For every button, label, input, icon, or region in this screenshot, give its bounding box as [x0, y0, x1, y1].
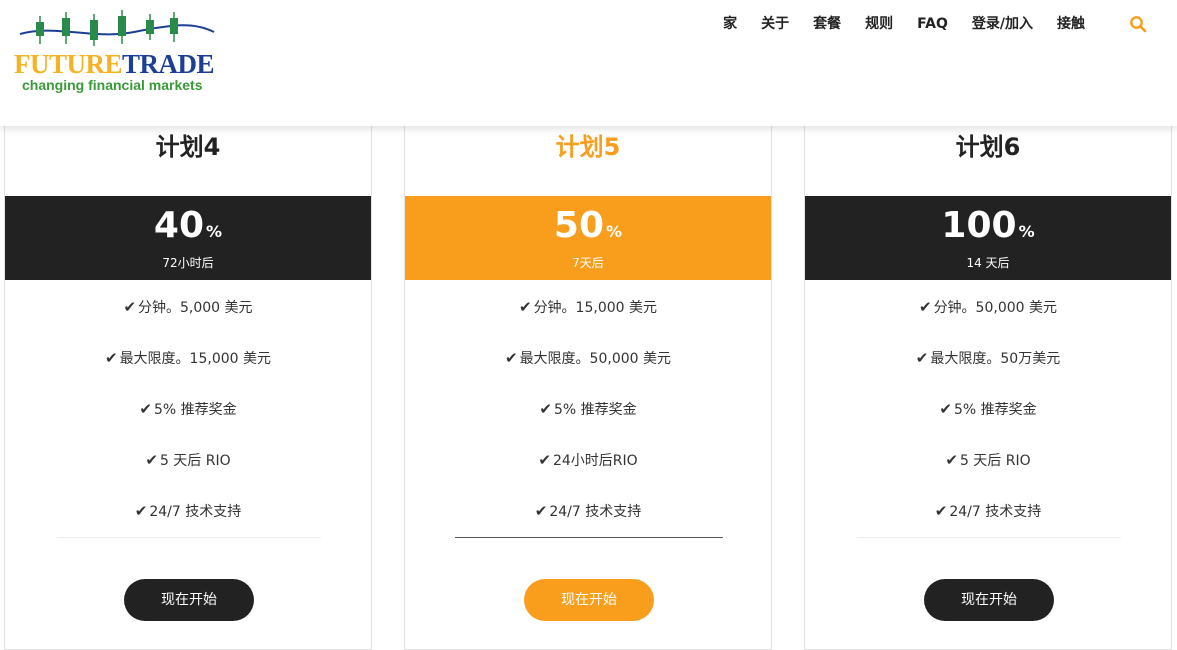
percent-value: 100 — [941, 205, 1017, 246]
feature-item: ✔ 最大限度。15,000 美元 — [5, 332, 371, 383]
plan-title: 计划6 — [955, 133, 1021, 161]
feature-text: 5 天后 RIO — [959, 452, 1031, 469]
check-icon: ✔ — [539, 399, 552, 418]
check-icon: ✔ — [504, 348, 518, 367]
feature-text: 最大限度。50万美元 — [930, 350, 1061, 367]
nav-item-about[interactable]: 关于 — [749, 14, 801, 34]
feature-text: 24/7 技术支持 — [549, 503, 642, 520]
feature-text: 24/7 技术支持 — [149, 503, 242, 520]
percent-value: 50 — [553, 205, 605, 246]
feature-list: ✔ 分钟。15,000 美元 ✔ 最大限度。50,000 美元 ✔ 5% 推荐奖金 ✔… — [405, 281, 771, 536]
nav-item-home[interactable]: 家 — [711, 14, 749, 34]
check-icon: ✔ — [518, 297, 532, 316]
candlestick-logo-icon — [19, 10, 215, 46]
feature-item: ✔ 分钟。5,000 美元 — [5, 281, 371, 332]
check-icon: ✔ — [534, 501, 548, 520]
logo-tagline: changing financial markets — [22, 77, 203, 93]
plan-title: 计划5 — [555, 133, 621, 161]
plan-duration: 72小时后 — [162, 256, 214, 270]
plan-rate-band: 50% 7天后 — [405, 196, 771, 280]
feature-text: 分钟。50,000 美元 — [933, 299, 1057, 316]
check-icon: ✔ — [145, 450, 158, 469]
feature-item: ✔ 5% 推荐奖金 — [405, 383, 771, 434]
check-icon: ✔ — [915, 348, 929, 367]
divider — [57, 537, 321, 538]
plan-rate-band: 100% 14 天后 — [805, 196, 1171, 280]
feature-list: ✔ 分钟。50,000 美元 ✔ 最大限度。50万美元 ✔ 5% 推荐奖金 ✔ 5 天后… — [805, 281, 1171, 536]
feature-item: ✔ 5 天后 RIO — [805, 434, 1171, 485]
check-icon: ✔ — [918, 297, 932, 316]
logo-word-trade: TRADE — [122, 49, 215, 79]
feature-text: 24小时后RIO — [552, 452, 638, 469]
percent-unit: % — [1018, 222, 1035, 241]
plan-card-6: 计划6 100% 14 天后 ✔ 分钟。50,000 美元 ✔ 最大限度。50万美元… — [804, 110, 1172, 650]
feature-item: ✔ 24/7 技术支持 — [5, 485, 371, 536]
feature-item: ✔ 5% 推荐奖金 — [5, 383, 371, 434]
plan-card-4: 计划4 40% 72小时后 ✔ 分钟。5,000 美元 ✔ 最大限度。15,000 … — [4, 110, 372, 650]
start-now-button[interactable]: 现在开始 — [924, 579, 1054, 621]
nav-item-plans[interactable]: 套餐 — [801, 14, 853, 34]
start-now-button[interactable]: 现在开始 — [124, 579, 254, 621]
percent-value: 40 — [153, 205, 205, 246]
nav-item-rules[interactable]: 规则 — [853, 14, 905, 34]
nav-item-faq[interactable]: FAQ — [905, 14, 960, 34]
feature-text: 5% 推荐奖金 — [953, 401, 1037, 418]
feature-text: 5% 推荐奖金 — [553, 401, 637, 418]
plan-percent: 50% — [405, 204, 771, 254]
feature-item: ✔ 24/7 技术支持 — [405, 485, 771, 536]
main-nav: 家 关于 套餐 规则 FAQ 登录/加入 接触 — [711, 14, 1097, 34]
feature-item: ✔ 24/7 技术支持 — [805, 485, 1171, 536]
plan-duration: 7天后 — [572, 256, 604, 270]
feature-item: ✔ 5% 推荐奖金 — [805, 383, 1171, 434]
percent-unit: % — [206, 222, 223, 241]
check-icon: ✔ — [939, 399, 952, 418]
check-icon: ✔ — [945, 450, 958, 469]
start-now-button[interactable]: 现在开始 — [524, 579, 654, 621]
plan-rate-band: 40% 72小时后 — [5, 196, 371, 280]
divider — [455, 537, 723, 538]
feature-text: 分钟。15,000 美元 — [533, 299, 657, 316]
check-icon: ✔ — [134, 501, 148, 520]
site-header: FUTURETRADE changing financial markets 家… — [0, 0, 1177, 126]
feature-item: ✔ 最大限度。50,000 美元 — [405, 332, 771, 383]
search-icon[interactable] — [1129, 15, 1147, 33]
future-trade-logo[interactable]: FUTURETRADE changing financial markets — [14, 10, 224, 98]
check-icon: ✔ — [934, 501, 948, 520]
feature-text: 最大限度。15,000 美元 — [119, 350, 271, 367]
check-icon: ✔ — [104, 348, 118, 367]
check-icon: ✔ — [538, 450, 551, 469]
plan-duration: 14 天后 — [966, 256, 1010, 270]
feature-list: ✔ 分钟。5,000 美元 ✔ 最大限度。15,000 美元 ✔ 5% 推荐奖金 ✔ 5… — [5, 281, 371, 536]
logo-word-future: FUTURE — [14, 49, 123, 79]
feature-item: ✔ 分钟。15,000 美元 — [405, 281, 771, 332]
nav-item-login[interactable]: 登录/加入 — [960, 14, 1045, 34]
feature-text: 分钟。5,000 美元 — [138, 299, 253, 316]
plan-percent: 40% — [5, 204, 371, 254]
feature-item: ✔ 分钟。50,000 美元 — [805, 281, 1171, 332]
check-icon: ✔ — [123, 297, 137, 316]
plan-title: 计划4 — [155, 133, 221, 161]
plan-percent: 100% — [805, 204, 1171, 254]
feature-text: 最大限度。50,000 美元 — [519, 350, 671, 367]
logo-wordmark: FUTURETRADE — [14, 49, 215, 79]
feature-item: ✔ 最大限度。50万美元 — [805, 332, 1171, 383]
plan-card-5: 计划5 50% 7天后 ✔ 分钟。15,000 美元 ✔ 最大限度。50,000 美… — [404, 110, 772, 650]
feature-item: ✔ 5 天后 RIO — [5, 434, 371, 485]
percent-unit: % — [606, 222, 623, 241]
feature-item: ✔ 24小时后RIO — [405, 434, 771, 485]
divider — [857, 537, 1121, 538]
feature-text: 24/7 技术支持 — [949, 503, 1042, 520]
nav-item-contact[interactable]: 接触 — [1045, 14, 1097, 34]
feature-text: 5 天后 RIO — [159, 452, 231, 469]
feature-text: 5% 推荐奖金 — [153, 401, 237, 418]
check-icon: ✔ — [139, 399, 152, 418]
